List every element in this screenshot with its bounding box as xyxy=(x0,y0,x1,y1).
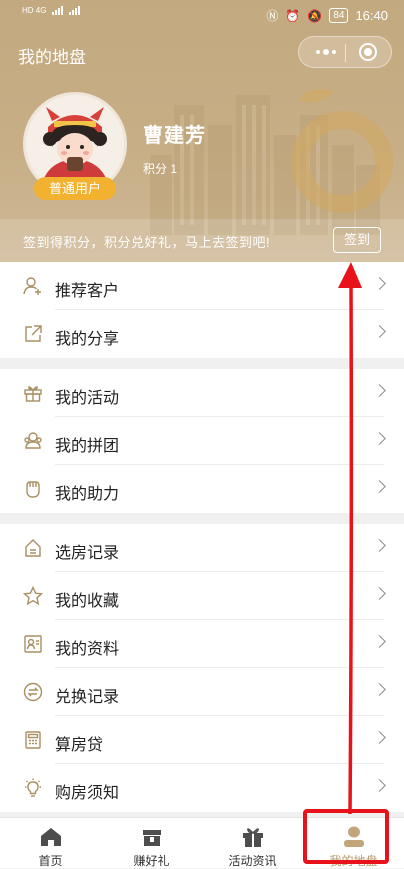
target-icon[interactable] xyxy=(359,43,377,61)
chevron-right-icon xyxy=(373,480,386,493)
chevron-right-icon xyxy=(373,277,386,290)
star-icon xyxy=(23,586,43,606)
gift-icon xyxy=(243,828,263,847)
signin-button[interactable]: 签到 xyxy=(333,227,381,253)
page-title: 我的地盘 xyxy=(18,48,86,67)
battery-icon: 84 xyxy=(329,8,349,23)
nfc-icon: Ⓝ xyxy=(266,9,279,23)
signin-banner: 签到得积分，积分兑好礼，马上去签到吧! 签到 xyxy=(0,219,404,262)
profile-card-icon xyxy=(24,635,42,653)
menu-item-label: 推荐客户 xyxy=(55,283,120,300)
mute-icon: 🔕 xyxy=(307,8,323,23)
home-icon xyxy=(41,828,61,846)
person-add-icon xyxy=(23,277,41,295)
chevron-right-icon xyxy=(373,539,386,552)
menu-item-label: 我的资料 xyxy=(55,641,120,658)
chevron-right-icon xyxy=(373,731,386,744)
share-icon xyxy=(25,325,42,342)
group-icon xyxy=(24,432,42,449)
menu-item-label: 我的拼团 xyxy=(55,438,120,455)
chevron-right-icon xyxy=(373,683,386,696)
menu-item-label: 选房记录 xyxy=(55,545,120,562)
network-type: HD 4G xyxy=(22,6,47,15)
exchange-icon xyxy=(23,682,43,702)
chevron-right-icon xyxy=(373,325,386,338)
tab-home[interactable]: 首页 xyxy=(0,818,101,869)
menu-item-label: 我的助力 xyxy=(55,486,120,503)
status-bar: HD 4G Ⓝ ⏰ 🔕 84 16:40 xyxy=(0,0,404,30)
chevron-right-icon xyxy=(373,779,386,792)
brand-logo-watermark xyxy=(291,89,393,213)
calculator-icon xyxy=(25,731,41,749)
member-level-badge: 普通用户 xyxy=(34,177,116,200)
menu-item-label: 算房贷 xyxy=(55,737,104,754)
signal-icon xyxy=(69,6,81,15)
profile-header: HD 4G Ⓝ ⏰ 🔕 84 16:40 我的地盘 普通用户 曹建芳 积分 1 … xyxy=(0,0,404,262)
signin-text: 签到得积分，积分兑好礼，马上去签到吧! xyxy=(23,235,271,250)
annotation-highlight-box xyxy=(303,809,389,864)
gift-icon xyxy=(24,386,42,402)
points-count: 积分 1 xyxy=(143,162,178,176)
house-record-icon xyxy=(25,539,41,557)
tab-activity-news[interactable]: 活动资讯 xyxy=(202,818,303,869)
bulb-icon xyxy=(25,778,41,797)
user-name: 曹建芳 xyxy=(143,125,206,147)
menu-item-label: 我的活动 xyxy=(55,390,120,407)
menu-item-label: 兑换记录 xyxy=(55,689,120,706)
menu-item-label: 我的收藏 xyxy=(55,593,120,610)
chevron-right-icon xyxy=(373,587,386,600)
menu-item-label: 我的分享 xyxy=(55,331,120,348)
gift-box-icon xyxy=(143,830,161,846)
chevron-right-icon xyxy=(373,384,386,397)
more-dots-icon[interactable] xyxy=(307,37,345,67)
alarm-icon: ⏰ xyxy=(285,8,301,23)
capsule-divider xyxy=(345,44,346,62)
signal-icon xyxy=(52,6,64,15)
tab-label: 活动资讯 xyxy=(228,854,277,868)
menu-item-label: 购房须知 xyxy=(55,785,120,802)
tab-label: 赚好礼 xyxy=(133,854,170,868)
fist-icon xyxy=(26,481,40,498)
tab-label: 首页 xyxy=(38,854,63,868)
status-time: 16:40 xyxy=(355,8,388,23)
miniprogram-capsule xyxy=(298,36,392,68)
tab-earn-gifts[interactable]: 赚好礼 xyxy=(101,818,202,869)
annotation-arrow xyxy=(338,262,362,815)
chevron-right-icon xyxy=(373,432,386,445)
chevron-right-icon xyxy=(373,635,386,648)
signal-indicators: HD 4G xyxy=(22,6,81,15)
